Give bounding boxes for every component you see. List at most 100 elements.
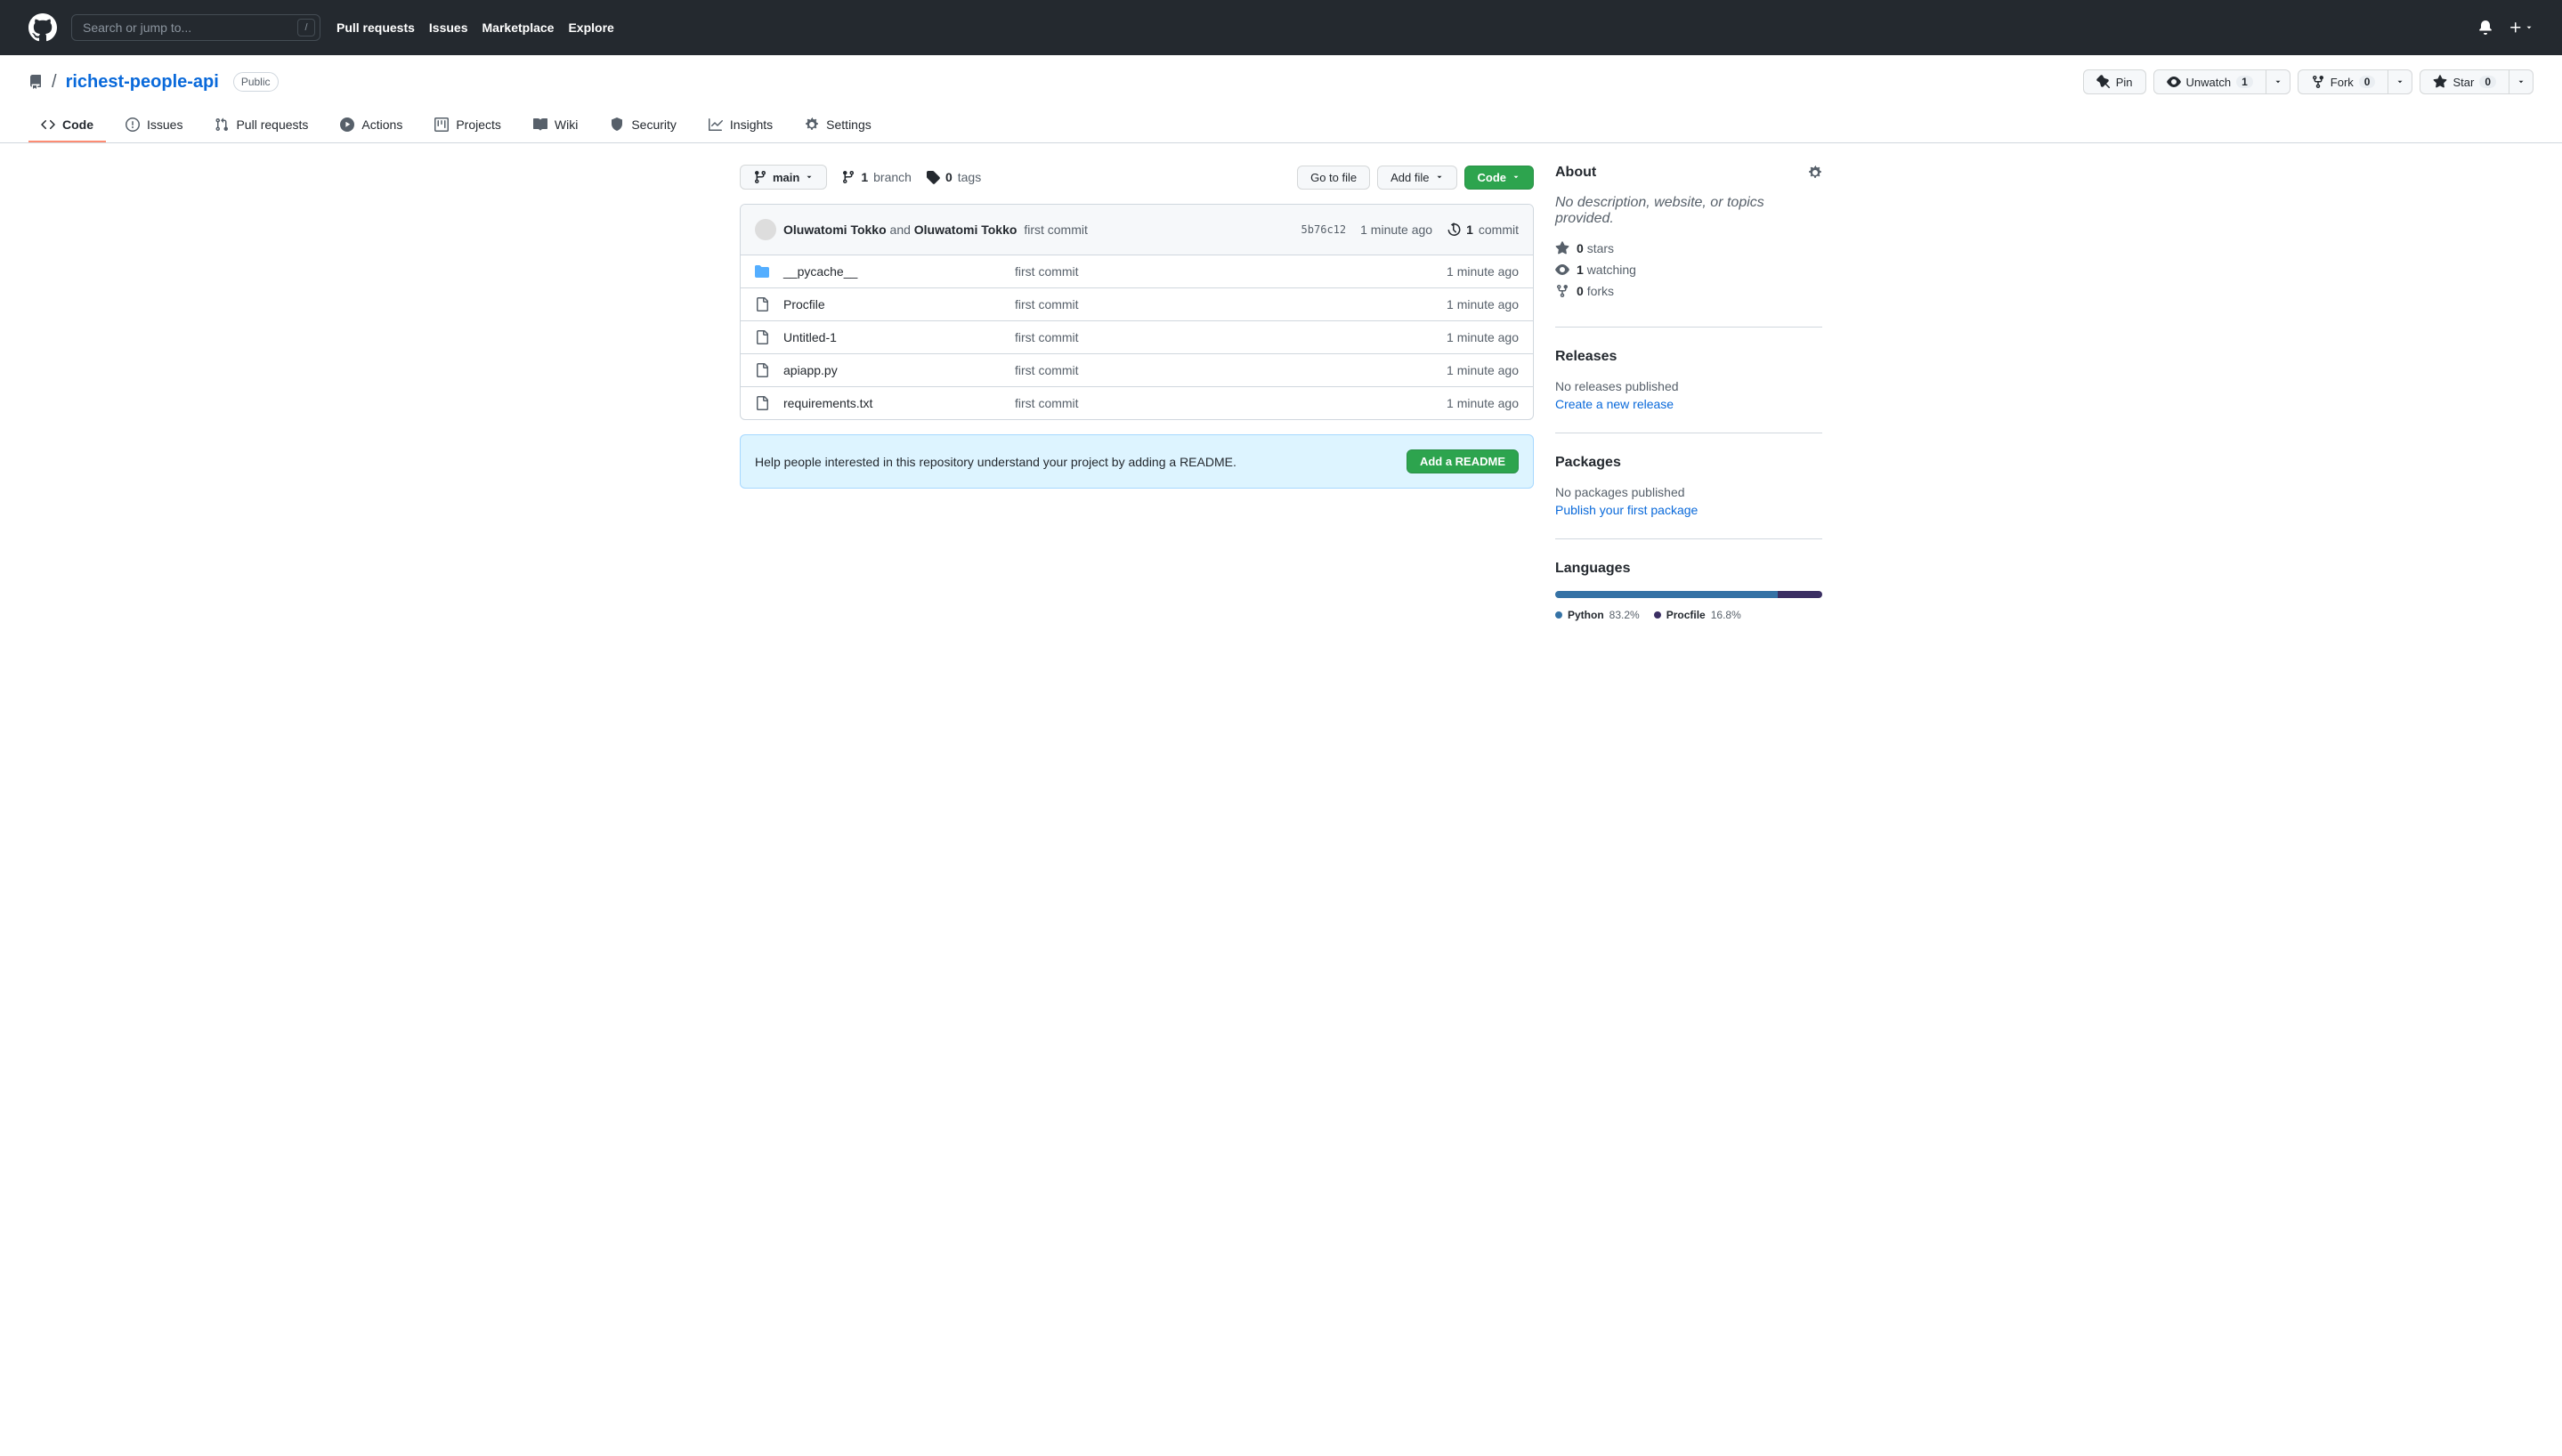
language-legend-item[interactable]: Procfile 16.8%: [1654, 609, 1741, 621]
branches-link[interactable]: 1 branch: [841, 170, 912, 184]
add-file-button[interactable]: Add file: [1377, 166, 1456, 190]
tab-pulls-label: Pull requests: [236, 117, 308, 132]
tab-security[interactable]: Security: [597, 109, 689, 142]
repo-name-link[interactable]: richest-people-api: [66, 72, 219, 93]
forks-stat[interactable]: 0 forks: [1555, 284, 1822, 298]
file-commit-msg[interactable]: first commit: [1015, 297, 1447, 311]
language-bar-segment[interactable]: [1555, 591, 1778, 598]
language-legend-item[interactable]: Python 83.2%: [1555, 609, 1640, 621]
star-menu-caret[interactable]: [2509, 69, 2534, 94]
file-icon: [755, 330, 769, 344]
file-name-link[interactable]: requirements.txt: [783, 396, 872, 410]
commits-link[interactable]: 1 commit: [1447, 222, 1519, 237]
nav-pull-requests[interactable]: Pull requests: [336, 20, 415, 35]
main-column: main 1 branch 0 tags Go to file Add file: [740, 165, 1534, 664]
tab-actions[interactable]: Actions: [328, 109, 415, 142]
code-button-label: Code: [1478, 171, 1507, 184]
file-row: __pycache__first commit1 minute ago: [741, 255, 1533, 288]
about-heading: About: [1555, 165, 1596, 181]
language-name: Procfile: [1666, 609, 1706, 621]
file-commit-time: 1 minute ago: [1447, 297, 1519, 311]
file-name-link[interactable]: apiapp.py: [783, 363, 838, 377]
commits-count: 1: [1466, 222, 1473, 237]
unwatch-button[interactable]: Unwatch 1: [2153, 69, 2266, 94]
watch-menu-caret[interactable]: [2266, 69, 2290, 94]
gear-icon: [805, 117, 819, 132]
nav-marketplace[interactable]: Marketplace: [482, 20, 555, 35]
commit-sha[interactable]: 5b76c12: [1301, 223, 1347, 236]
about-settings-icon[interactable]: [1808, 166, 1822, 180]
author-avatar[interactable]: [755, 219, 776, 240]
language-pct: 83.2%: [1609, 609, 1640, 621]
languages-heading: Languages: [1555, 561, 1822, 577]
tab-insights-label: Insights: [730, 117, 773, 132]
tab-wiki[interactable]: Wiki: [521, 109, 590, 142]
tab-code-label: Code: [62, 117, 93, 132]
commit-message[interactable]: first commit: [1024, 222, 1088, 237]
create-release-link[interactable]: Create a new release: [1555, 397, 1674, 411]
fork-count: 0: [2359, 76, 2376, 88]
search-input[interactable]: [71, 14, 320, 41]
latest-commit-header: Oluwatomi Tokko and Oluwatomi Tokko firs…: [741, 205, 1533, 255]
stars-count: 0: [1577, 241, 1584, 255]
go-to-file-button[interactable]: Go to file: [1297, 166, 1370, 190]
branch-icon: [841, 170, 855, 184]
fork-button[interactable]: Fork 0: [2298, 69, 2389, 94]
stars-stat[interactable]: 0 stars: [1555, 241, 1822, 255]
watching-count: 1: [1577, 263, 1584, 277]
commit-author-1[interactable]: Oluwatomi Tokko: [783, 222, 887, 237]
publish-package-link[interactable]: Publish your first package: [1555, 503, 1698, 517]
repo-actions: Pin Unwatch 1 Fork 0: [2083, 69, 2534, 94]
watching-stat[interactable]: 1 watching: [1555, 263, 1822, 277]
add-readme-button[interactable]: Add a README: [1407, 449, 1519, 473]
tab-issues[interactable]: Issues: [113, 109, 195, 142]
create-new-menu[interactable]: [2509, 20, 2534, 35]
pin-button[interactable]: Pin: [2083, 69, 2146, 94]
tab-code[interactable]: Code: [28, 109, 106, 142]
tab-settings[interactable]: Settings: [792, 109, 884, 142]
file-commit-msg[interactable]: first commit: [1015, 396, 1447, 410]
code-download-button[interactable]: Code: [1464, 166, 1535, 190]
packages-none: No packages published: [1555, 485, 1822, 499]
tab-security-label: Security: [631, 117, 677, 132]
caret-down-icon: [2517, 77, 2526, 86]
language-pct: 16.8%: [1711, 609, 1741, 621]
notifications-icon[interactable]: [2478, 20, 2493, 35]
fork-icon: [2311, 75, 2325, 89]
file-name-link[interactable]: Procfile: [783, 297, 825, 311]
file-name-link[interactable]: __pycache__: [783, 264, 857, 279]
languages-section: Languages Python 83.2% Procfile 16.8%: [1555, 561, 1822, 643]
tab-insights[interactable]: Insights: [696, 109, 785, 142]
github-logo[interactable]: [28, 13, 57, 42]
commit-author-2[interactable]: Oluwatomi Tokko: [914, 222, 1018, 237]
repo-tabs: Code Issues Pull requests Actions Projec…: [28, 109, 2534, 142]
file-name-link[interactable]: Untitled-1: [783, 330, 837, 344]
releases-heading[interactable]: Releases: [1555, 349, 1822, 365]
branch-count-label: branch: [873, 170, 912, 184]
tab-projects[interactable]: Projects: [422, 109, 514, 142]
watching-label: watching: [1587, 263, 1636, 277]
fork-label: Fork: [2331, 76, 2354, 89]
forks-label: forks: [1587, 284, 1614, 298]
branch-select-button[interactable]: main: [740, 165, 827, 190]
play-icon: [340, 117, 354, 132]
file-icon: [755, 363, 769, 377]
star-button[interactable]: Star 0: [2420, 69, 2509, 94]
fork-button-group: Fork 0: [2298, 69, 2413, 94]
tag-icon: [926, 170, 940, 184]
packages-section: Packages No packages published Publish y…: [1555, 455, 1822, 539]
fork-menu-caret[interactable]: [2388, 69, 2412, 94]
tab-pulls[interactable]: Pull requests: [202, 109, 320, 142]
packages-heading[interactable]: Packages: [1555, 455, 1822, 471]
commit-and: and: [890, 222, 911, 237]
file-commit-msg[interactable]: first commit: [1015, 264, 1447, 279]
tags-link[interactable]: 0 tags: [926, 170, 981, 184]
commits-count-label: commit: [1479, 222, 1519, 237]
nav-explore[interactable]: Explore: [568, 20, 613, 35]
nav-issues[interactable]: Issues: [429, 20, 468, 35]
language-bar-segment[interactable]: [1778, 591, 1822, 598]
folder-icon: [755, 264, 769, 279]
file-commit-msg[interactable]: first commit: [1015, 363, 1447, 377]
issue-icon: [126, 117, 140, 132]
file-commit-msg[interactable]: first commit: [1015, 330, 1447, 344]
